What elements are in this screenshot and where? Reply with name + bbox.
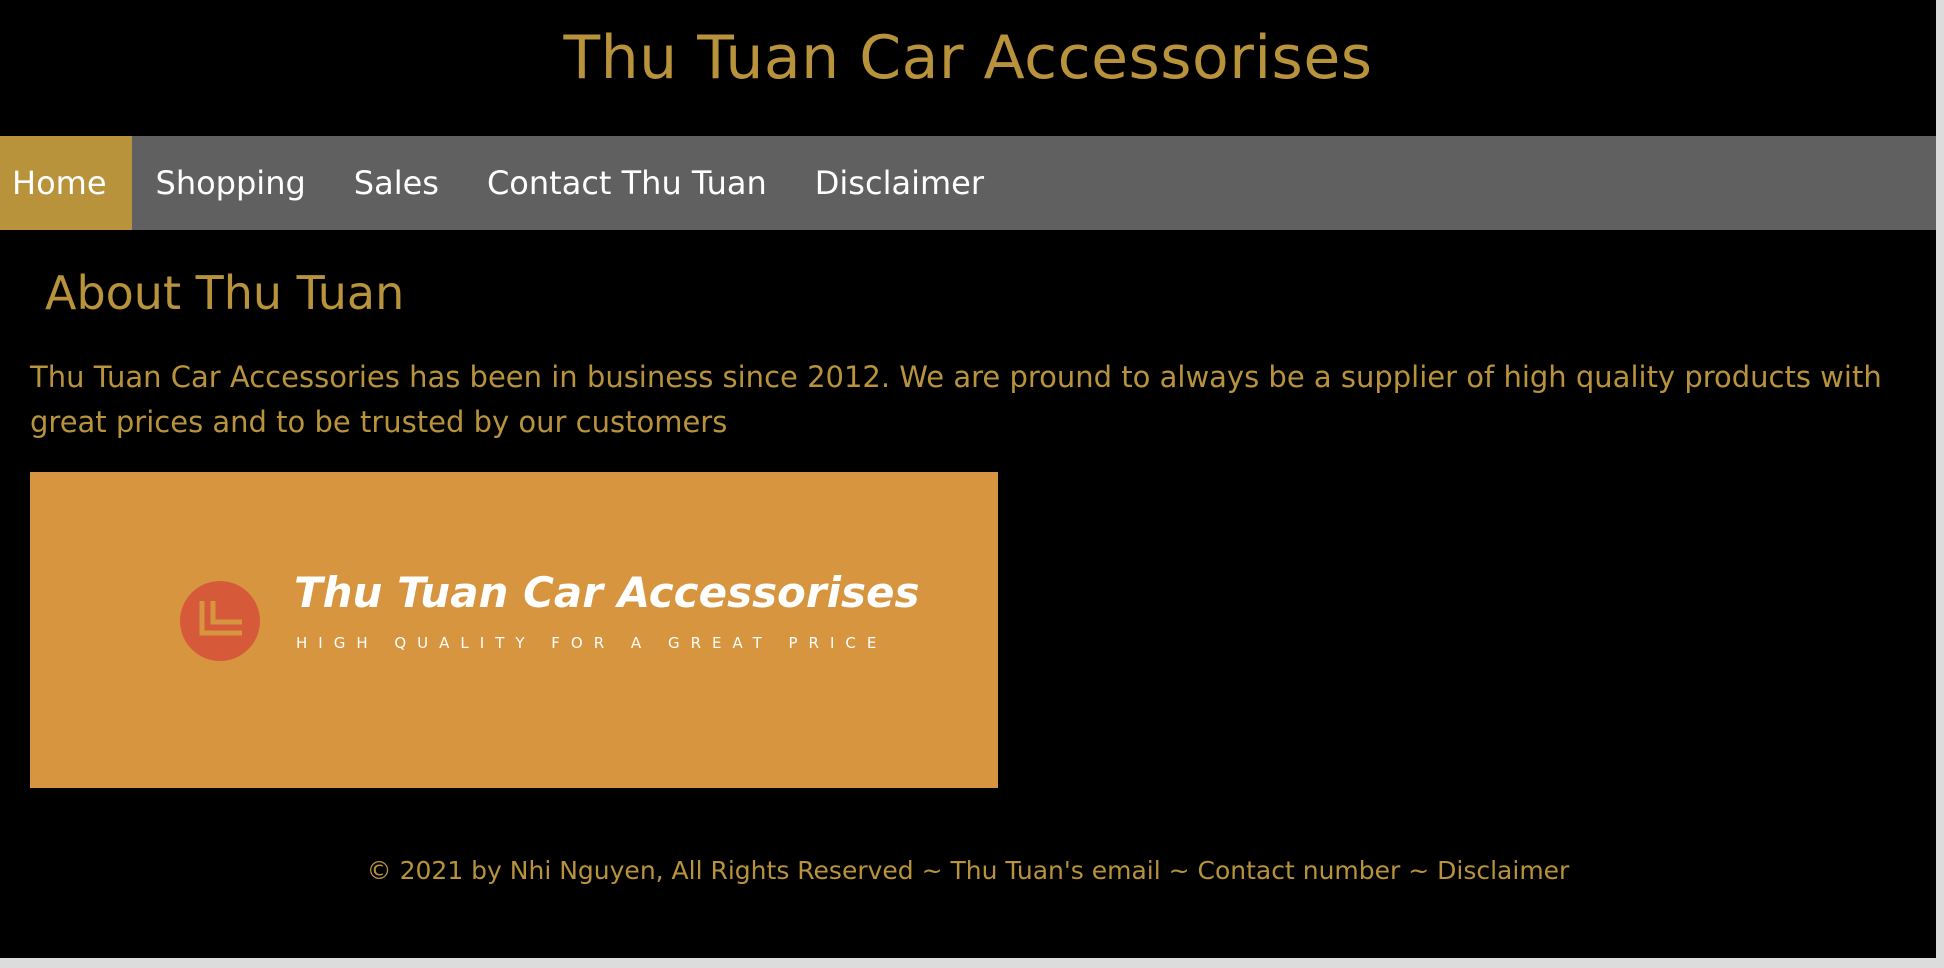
about-paragraph: Thu Tuan Car Accessories has been in bus… xyxy=(30,360,1882,440)
page: Thu Tuan Car Accessorises Home Shopping … xyxy=(0,0,1944,958)
nav-item-shopping[interactable]: Shopping xyxy=(132,136,330,230)
site-header: Thu Tuan Car Accessorises xyxy=(0,0,1936,136)
banner-tagline: HIGH QUALITY FOR A GREAT PRICE xyxy=(296,634,888,652)
about-heading: About Thu Tuan xyxy=(45,266,405,320)
logo-icon xyxy=(180,581,260,661)
main-content: About Thu Tuan Thu Tuan Car Accessories … xyxy=(30,230,1910,788)
scrollbar[interactable] xyxy=(1936,0,1944,968)
footer: © 2021 by Nhi Nguyen, All Rights Reserve… xyxy=(366,856,1570,885)
banner-image: Thu Tuan Car Accessorises HIGH QUALITY F… xyxy=(30,472,998,788)
banner-title: Thu Tuan Car Accessorises xyxy=(294,568,920,617)
main-navbar: Home Shopping Sales Contact Thu Tuan Dis… xyxy=(0,136,1944,230)
logo-mark-icon xyxy=(199,601,242,636)
nav-item-home[interactable]: Home xyxy=(0,136,132,230)
nav-item-disclaimer[interactable]: Disclaimer xyxy=(791,136,1008,230)
nav-item-sales[interactable]: Sales xyxy=(330,136,463,230)
nav-item-contact[interactable]: Contact Thu Tuan xyxy=(463,136,791,230)
site-title: Thu Tuan Car Accessorises xyxy=(563,23,1373,93)
